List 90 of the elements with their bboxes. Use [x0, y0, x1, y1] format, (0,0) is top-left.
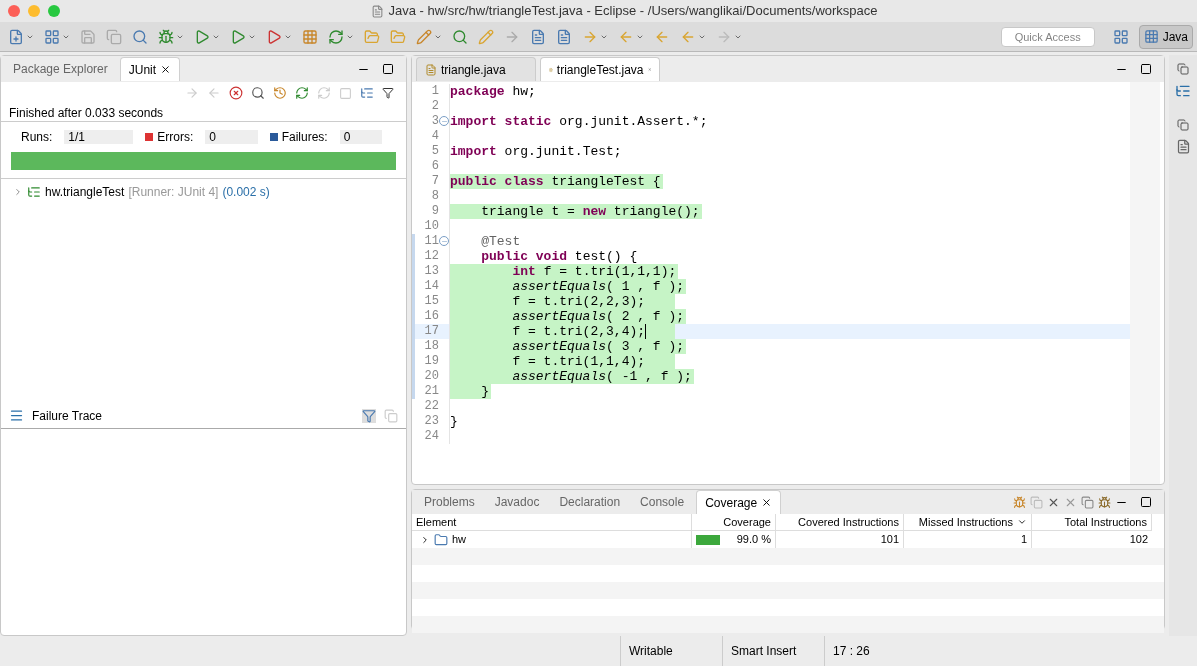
- merge-icon[interactable]: [1081, 495, 1094, 509]
- close-window-button[interactable]: [8, 5, 20, 17]
- code-line: }: [450, 414, 458, 429]
- counter-icon: [269, 133, 278, 141]
- maximize-icon[interactable]: [1140, 63, 1152, 75]
- failures-only-icon[interactable]: [229, 86, 243, 100]
- zoom-window-button[interactable]: [48, 5, 60, 17]
- status-field: 17 : 26: [824, 636, 926, 666]
- test-tree-item[interactable]: hw.triangleTest [Runner: JUnit 4] (0.002 s): [1, 183, 406, 201]
- quick-access-field[interactable]: Quick Access: [1000, 26, 1095, 47]
- perspective-icon: [1143, 29, 1159, 44]
- history-icon[interactable]: [273, 86, 287, 100]
- counter-label: Errors:: [157, 129, 194, 146]
- outline-icon[interactable]: [1175, 83, 1191, 99]
- stack-trace-icon: [9, 408, 24, 423]
- perspective-button[interactable]: Java: [1138, 24, 1193, 49]
- table-cell-text: 102: [1128, 532, 1149, 547]
- line-number: 20: [423, 369, 439, 384]
- editor-tab[interactable]: triangleTest.java: [540, 57, 660, 81]
- line-number: 16: [423, 309, 439, 324]
- code-line: import static org.junit.Assert.*;: [450, 114, 708, 129]
- line-number: 12: [423, 249, 439, 264]
- sort-caret-icon: [1017, 517, 1027, 527]
- line-number: 2: [430, 99, 439, 114]
- task-list-icon[interactable]: [1175, 139, 1191, 154]
- scroll-lock-icon[interactable]: [251, 86, 265, 100]
- line-number: 23: [423, 414, 439, 429]
- rerun-icon[interactable]: [295, 86, 309, 100]
- line-number: 10: [423, 219, 439, 234]
- line-number: 9: [430, 204, 439, 219]
- window-title: Java - hw/src/hw/triangleTest.java - Eclipse - /Users/wanglikai/Documents/workspace: [388, 2, 878, 21]
- element-name: hw: [452, 532, 467, 548]
- line-number: 5: [430, 144, 439, 159]
- restore-icon[interactable]: [1177, 63, 1189, 75]
- line-number: 24: [423, 429, 439, 444]
- view-tab[interactable]: Package Explorer: [5, 57, 116, 81]
- line-number: 7: [430, 174, 439, 189]
- line-number: 1: [430, 84, 439, 99]
- view-tab[interactable]: Declaration: [551, 490, 629, 514]
- line-number: 13: [423, 264, 439, 279]
- line-number: 3: [430, 114, 439, 129]
- line-number: 8: [430, 189, 439, 204]
- line-number: 15: [423, 294, 439, 309]
- document-icon: [371, 4, 385, 18]
- view-tab[interactable]: JUnit: [119, 57, 181, 81]
- code-line: public void test() {: [480, 249, 638, 264]
- text-cursor: [645, 324, 647, 339]
- failure-trace-title: Failure Trace: [32, 407, 103, 425]
- editor-tab[interactable]: triangle.java: [416, 57, 536, 81]
- layout-icon[interactable]: [360, 86, 374, 100]
- column-header[interactable]: Covered Instructions: [776, 514, 904, 531]
- bug-icon[interactable]: [1013, 495, 1026, 509]
- coverage-bar: [696, 534, 720, 545]
- line-number: 14: [423, 279, 439, 294]
- code-line: package hw;: [450, 84, 536, 99]
- code-line: import org.junit.Test;: [450, 144, 622, 159]
- line-number: 18: [423, 339, 439, 354]
- column-header[interactable]: Coverage: [692, 514, 776, 531]
- counter-value: 1/1: [64, 130, 134, 144]
- view-tab[interactable]: Problems: [416, 490, 483, 514]
- line-number: 21: [423, 384, 439, 399]
- code-line: @Test: [480, 234, 521, 249]
- line-number: 17: [423, 324, 439, 339]
- view-tab[interactable]: Console: [632, 490, 693, 514]
- counter-value: 0: [205, 130, 258, 144]
- view-tab[interactable]: Coverage: [696, 490, 782, 514]
- column-header[interactable]: Missed Instructions: [904, 514, 1032, 531]
- status-field: Smart Insert: [722, 636, 824, 666]
- filter-icon[interactable]: [362, 408, 376, 423]
- view-tab[interactable]: Javadoc: [486, 490, 548, 514]
- view-menu-icon[interactable]: [382, 87, 394, 99]
- line-number: 19: [423, 354, 439, 369]
- test-suite-icon: [27, 185, 41, 199]
- restore-icon[interactable]: [1177, 119, 1189, 131]
- status-field: Writable: [620, 636, 722, 666]
- counter-label: Runs:: [21, 129, 53, 146]
- session-icon[interactable]: [1098, 495, 1111, 509]
- line-number: 6: [430, 159, 439, 174]
- maximize-icon[interactable]: [382, 63, 394, 75]
- counter-icon: [145, 133, 154, 141]
- column-header[interactable]: Element: [412, 514, 692, 531]
- maximize-icon[interactable]: [1140, 496, 1152, 508]
- line-number: 22: [423, 399, 439, 414]
- column-header[interactable]: Total Instructions: [1032, 514, 1152, 531]
- counter-label: Failures:: [281, 129, 328, 146]
- run-status: Finished after 0.033 seconds: [1, 104, 406, 122]
- line-number: 11: [423, 234, 439, 249]
- folder-icon: [434, 532, 448, 547]
- line-number: 4: [430, 129, 439, 144]
- counter-value: 0: [339, 130, 382, 144]
